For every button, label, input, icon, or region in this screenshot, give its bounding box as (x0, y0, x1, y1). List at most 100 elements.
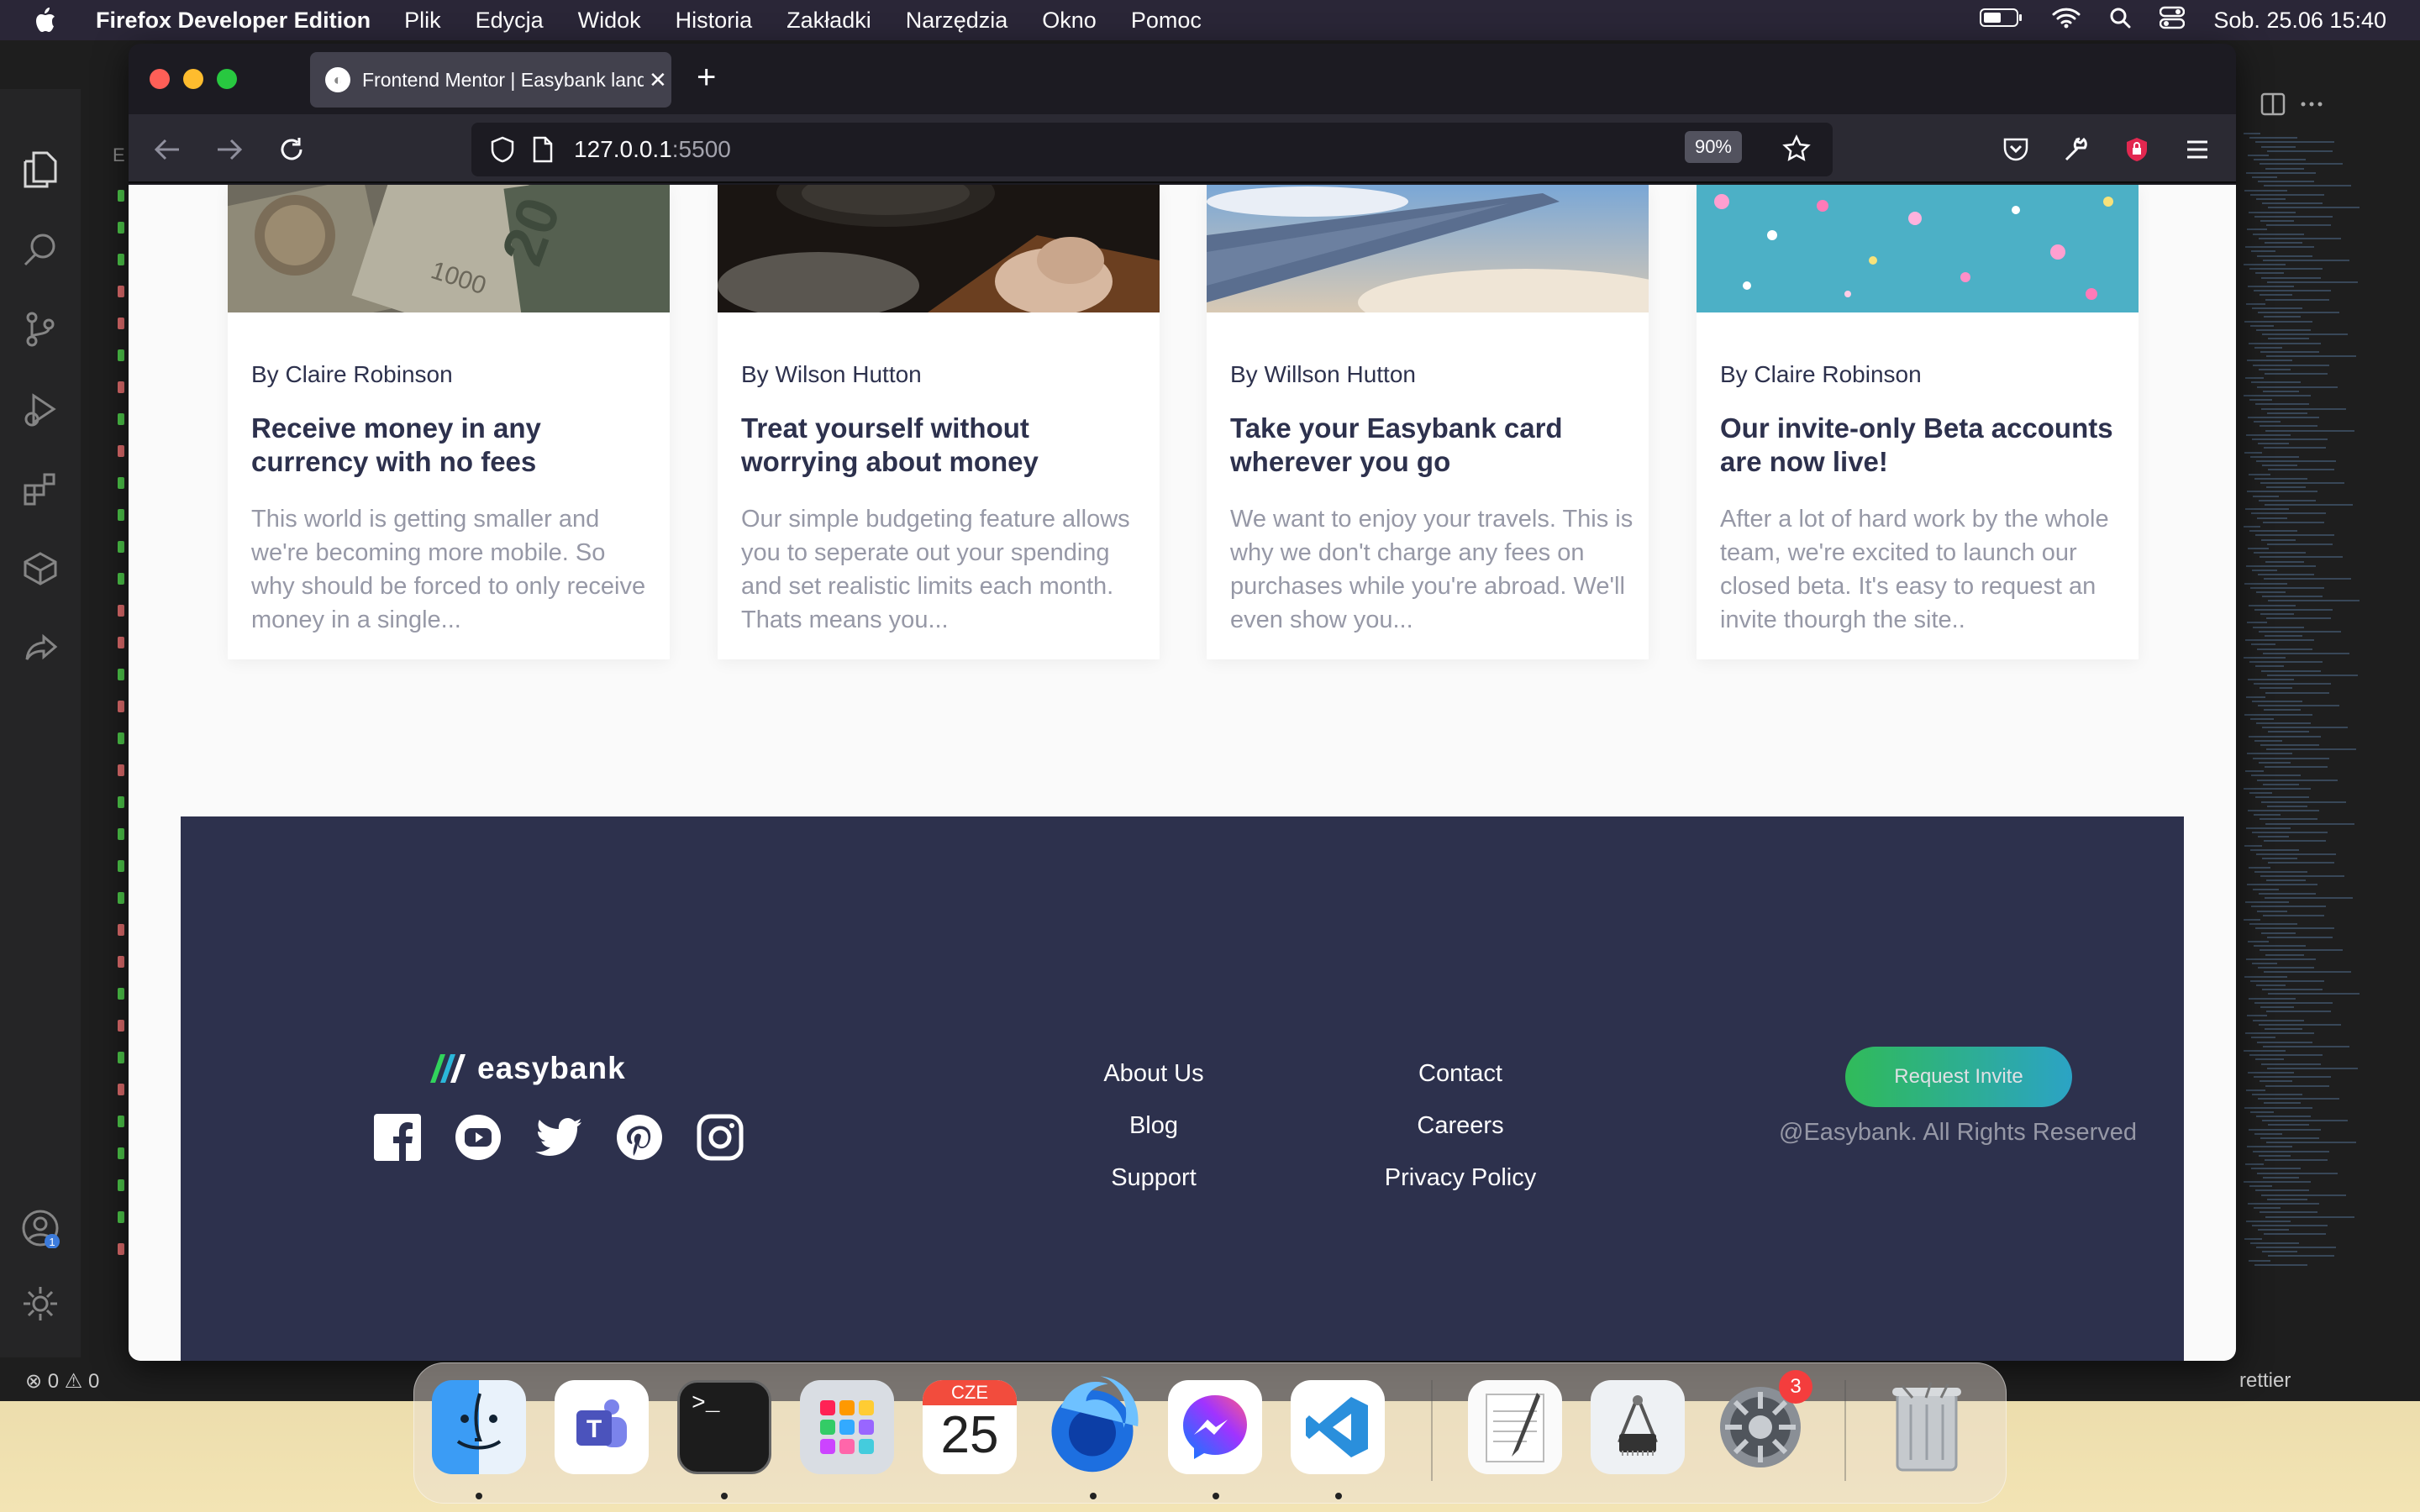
menubar-clock[interactable]: Sob. 25.06 15:40 (2213, 8, 2386, 34)
forward-button[interactable] (211, 131, 248, 168)
menu-pomoc[interactable]: Pomoc (1131, 8, 1202, 34)
minimap-line (2267, 1198, 2307, 1200)
easybank-logo[interactable]: easybank (430, 1051, 626, 1086)
visual-studio-code-icon[interactable] (1291, 1380, 1385, 1474)
minimap-line (2244, 526, 2260, 528)
minimize-window-button[interactable] (183, 69, 203, 89)
request-invite-button[interactable]: Request Invite (1845, 1047, 2072, 1107)
finder-icon[interactable] (432, 1380, 526, 1474)
minimap-line (2244, 1181, 2311, 1183)
article-title[interactable]: Receive money in any currency with no fe… (251, 412, 655, 479)
minimap-line (2263, 914, 2324, 916)
minimap-line (2252, 701, 2302, 702)
tracking-protection-shield-icon[interactable] (490, 136, 515, 169)
article-card[interactable]: By Claire Robinson Our invite-only Beta … (1697, 185, 2139, 659)
run-debug-icon[interactable] (18, 387, 62, 431)
search-icon[interactable] (18, 228, 62, 271)
textedit-icon[interactable] (1468, 1380, 1562, 1474)
youtube-icon[interactable] (455, 1114, 502, 1161)
close-tab-icon[interactable]: ✕ (649, 67, 667, 93)
bookmark-star-icon[interactable] (1782, 134, 1811, 169)
browser-tab[interactable]: ◐ Frontend Mentor | Easybank landing pag… (310, 52, 671, 108)
minimap-line (2260, 613, 2294, 615)
pocket-icon[interactable] (1997, 131, 2034, 168)
footer-link-support[interactable]: Support (1028, 1164, 1280, 1192)
active-app-name[interactable]: Firefox Developer Edition (96, 8, 371, 34)
menu-okno[interactable]: Okno (1042, 8, 1097, 34)
minimap-line (2263, 521, 2324, 523)
menu-edycja[interactable]: Edycja (476, 8, 544, 34)
live-share-icon[interactable] (18, 627, 62, 670)
new-tab-button[interactable]: + (697, 59, 716, 97)
pinterest-icon[interactable] (616, 1114, 663, 1161)
accounts-icon[interactable]: 1 (18, 1206, 62, 1250)
minimap-line (2246, 958, 2316, 960)
minimap-line (2268, 207, 2360, 209)
minimap-line (2255, 534, 2334, 537)
article-title[interactable]: Treat yourself without worrying about mo… (741, 412, 1144, 479)
file-status-marker (118, 796, 124, 808)
minimap-line (2252, 832, 2328, 833)
menu-zakladki[interactable]: Zakładki (786, 8, 871, 34)
minimap-line (2264, 316, 2301, 318)
article-card[interactable]: By Willson Hutton Take your Easybank car… (1207, 185, 1649, 659)
article-title[interactable]: Our invite-only Beta accounts are now li… (1720, 412, 2123, 479)
footer-link-privacy[interactable]: Privacy Policy (1334, 1164, 1586, 1192)
article-card[interactable]: 20 1000 By Claire Robinson Receive money… (228, 185, 670, 659)
footer-link-blog[interactable]: Blog (1028, 1112, 1280, 1140)
footer-link-careers[interactable]: Careers (1334, 1112, 1586, 1140)
system-information-icon[interactable] (1591, 1380, 1685, 1474)
zoom-level-badge[interactable]: 90% (1684, 131, 1742, 163)
battery-icon[interactable] (1980, 8, 2023, 34)
back-button[interactable] (149, 131, 186, 168)
footer-link-about[interactable]: About Us (1028, 1060, 1280, 1088)
minimap-line (2253, 364, 2329, 366)
reload-button[interactable] (273, 131, 310, 168)
explorer-icon[interactable] (18, 148, 62, 192)
microsoft-teams-icon[interactable]: T (555, 1380, 649, 1474)
footer-link-contact[interactable]: Contact (1334, 1060, 1586, 1088)
zoom-window-button[interactable] (217, 69, 237, 89)
control-center-icon[interactable] (2160, 6, 2186, 35)
system-preferences-icon[interactable]: 3 (1713, 1370, 1812, 1474)
messenger-icon[interactable] (1168, 1380, 1262, 1474)
menu-historia[interactable]: Historia (676, 8, 753, 34)
menu-widok[interactable]: Widok (578, 8, 641, 34)
remote-explorer-icon[interactable] (18, 547, 62, 591)
article-card[interactable]: By Wilson Hutton Treat yourself without … (718, 185, 1160, 659)
twitter-icon[interactable] (535, 1114, 582, 1161)
file-status-marker (118, 318, 124, 329)
spotlight-search-icon[interactable] (2109, 7, 2131, 34)
menu-narzedzia[interactable]: Narzędzia (906, 8, 1008, 34)
trash-icon[interactable] (1880, 1380, 1974, 1474)
web-page-viewport: 20 1000 By Claire Robinson Receive money… (129, 185, 2236, 1361)
tab-title: Frontend Mentor | Easybank landing page (362, 68, 644, 91)
address-bar[interactable]: 127.0.0.1:5500 90% (471, 123, 1833, 176)
manage-gear-icon[interactable] (18, 1282, 62, 1326)
source-control-icon[interactable] (18, 307, 62, 351)
navigation-toolbar: 127.0.0.1:5500 90% (129, 114, 2236, 183)
calendar-icon[interactable]: CZE 25 (923, 1380, 1017, 1474)
wifi-icon[interactable] (2052, 7, 2081, 34)
firefox-developer-edition-icon[interactable] (1045, 1376, 1139, 1474)
minimap-line (2267, 281, 2358, 283)
extension-shield-icon[interactable] (2118, 131, 2155, 168)
problems-indicator[interactable]: ⊗ 0 ⚠ 0 (25, 1369, 99, 1394)
developer-tools-wrench-icon[interactable] (2058, 131, 2095, 168)
terminal-icon[interactable]: >_ (677, 1380, 771, 1474)
page-info-icon[interactable] (532, 136, 554, 169)
menu-plik[interactable]: Plik (404, 8, 441, 34)
extensions-icon[interactable] (18, 467, 62, 511)
app-menu-hamburger-icon[interactable] (2179, 131, 2216, 168)
prettier-status[interactable]: rettier (2239, 1369, 2291, 1393)
apple-logo-icon[interactable] (32, 6, 71, 34)
article-title[interactable]: Take your Easybank card wherever you go (1230, 412, 1634, 479)
facebook-icon[interactable] (374, 1114, 421, 1161)
instagram-icon[interactable] (697, 1114, 744, 1161)
close-window-button[interactable] (150, 69, 170, 89)
more-actions-icon[interactable] (2299, 92, 2324, 120)
launchpad-icon[interactable] (800, 1380, 894, 1474)
split-editor-icon[interactable] (2260, 92, 2286, 120)
minimap-line (2251, 1168, 2301, 1170)
minimap-line (2256, 329, 2311, 331)
